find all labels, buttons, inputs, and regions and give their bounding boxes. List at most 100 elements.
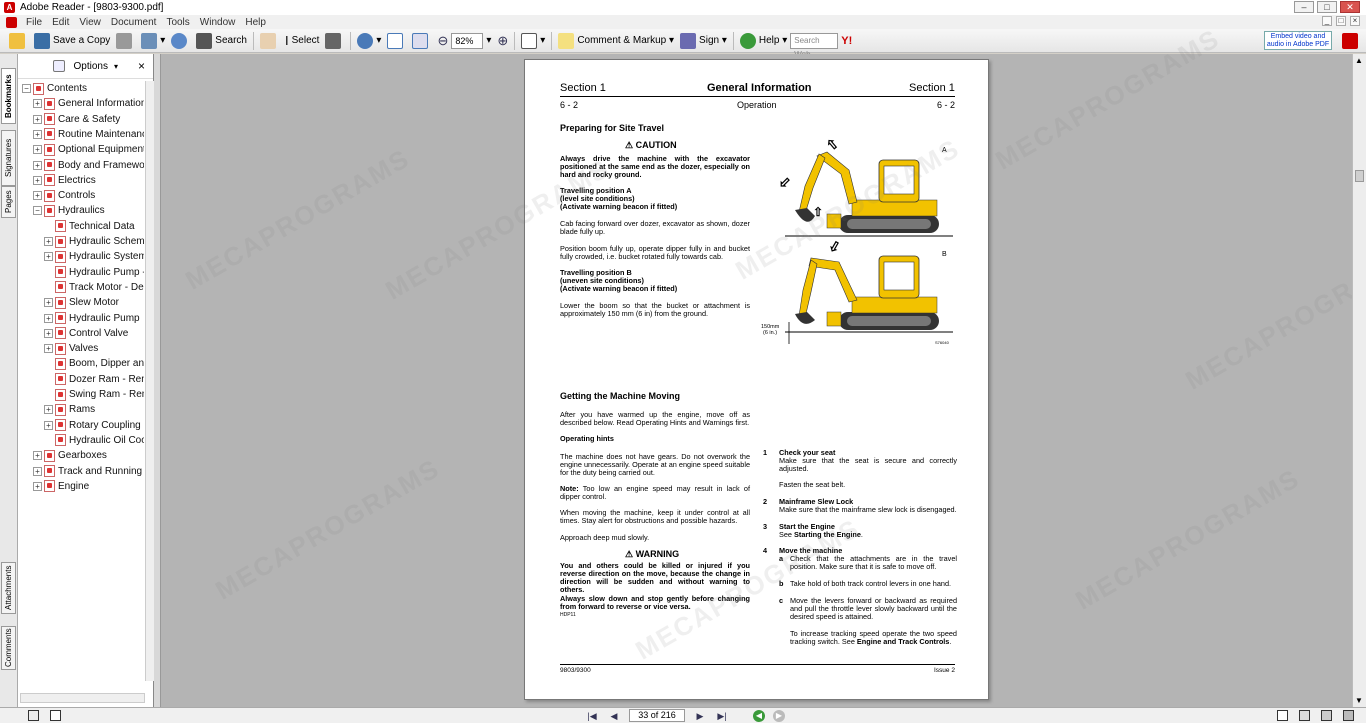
bookmark-item[interactable]: + Hydraulic System [44,249,144,264]
expand-icon[interactable]: + [44,298,53,308]
continuous-view-icon[interactable] [1299,710,1310,721]
hand-tool-button[interactable] [257,31,282,51]
bookmark-item[interactable]: + Engine [33,479,89,494]
search-button[interactable]: Search [193,31,250,51]
page-size-icon[interactable] [28,710,39,721]
next-page-button[interactable]: ▶ [693,710,707,722]
bookmark-item[interactable]: Hydraulic Oil Coo [44,433,144,448]
single-page-view-icon[interactable] [1277,710,1288,721]
page-display-button[interactable]: ▾ [518,31,548,51]
comment-markup-button[interactable]: Comment & Markup ▾ [555,31,677,51]
next-view-button[interactable]: ▶ [773,709,785,722]
scroll-thumb[interactable] [1355,170,1364,182]
expand-icon[interactable]: + [44,405,53,415]
expand-icon[interactable]: + [33,99,42,109]
expand-icon[interactable]: + [44,420,53,430]
expand-icon[interactable]: + [33,114,42,124]
bookmarks-hscrollbar[interactable] [20,693,145,703]
search-web-input[interactable]: Search Web [790,32,839,59]
scroll-up-arrow[interactable]: ▲ [1355,56,1363,65]
collapse-icon[interactable]: − [22,84,31,93]
expand-icon[interactable]: + [33,451,42,461]
tab-bookmarks[interactable]: Bookmarks [1,68,16,124]
previous-view-button[interactable]: ◀ [753,709,765,722]
doc-minimize-button[interactable]: _ [1322,16,1332,26]
bookmark-item[interactable]: − Contents [22,81,87,96]
bookmark-item[interactable]: + Hydraulic Schematic [44,234,144,249]
doc-restore-button[interactable]: □ [1336,16,1346,26]
menu-document[interactable]: Document [106,17,162,28]
fit-page-button[interactable] [384,31,409,51]
menu-view[interactable]: View [74,17,106,28]
facing-view-icon[interactable] [1321,710,1332,721]
doc-close-button[interactable]: × [1350,16,1360,26]
bookmark-item[interactable]: Track Motor - Des [44,280,144,295]
bookmark-item[interactable]: + Controls [33,188,95,203]
bookmark-item[interactable]: Boom, Dipper and [44,356,144,371]
close-panel-button[interactable]: × [138,59,145,73]
bookmark-item[interactable]: + Optional Equipment [33,142,144,157]
tab-pages[interactable]: Pages [1,186,16,218]
first-page-button[interactable]: |◀ [585,710,599,722]
bookmark-item[interactable]: + Electrics [33,173,96,188]
expand-icon[interactable]: + [33,481,42,491]
menu-file[interactable]: File [21,17,47,28]
fit-width-button[interactable] [409,31,434,51]
help-button[interactable]: Help ▾ [737,31,790,51]
expand-icon[interactable]: + [44,313,53,323]
bookmark-item[interactable]: Technical Data [44,219,135,234]
last-page-button[interactable]: ▶| [715,710,729,722]
select-tool-button[interactable]: I Select [282,31,322,51]
menu-window[interactable]: Window [195,17,241,28]
menu-help[interactable]: Help [240,17,271,28]
bookmark-item[interactable]: + Hydraulic Pump [44,311,140,326]
tab-signatures[interactable]: Signatures [1,130,16,186]
close-window-button[interactable]: ✕ [1340,1,1360,13]
expand-icon[interactable]: + [33,191,42,201]
expand-icon[interactable]: + [33,145,42,155]
email-button[interactable] [168,31,193,51]
expand-icon[interactable]: + [33,175,42,185]
expand-icon[interactable]: + [44,237,53,246]
bookmark-item[interactable]: − Hydraulics [33,203,105,218]
bookmark-item[interactable]: Swing Ram - Rem [44,387,144,402]
zoom-level-field[interactable]: 82% [451,32,484,49]
bookmark-item[interactable]: + Body and Framework [33,158,144,173]
bookmark-item[interactable]: + Routine Maintenance [33,127,144,142]
snapshot-button[interactable] [322,31,347,51]
previous-page-button[interactable]: ◀ [607,710,621,722]
bookmark-item[interactable]: + Gearboxes [33,448,107,463]
expand-icon[interactable]: + [33,160,42,170]
bookmark-item[interactable]: + Rotary Coupling [44,418,141,433]
options-menu[interactable]: Options [74,61,108,72]
expand-icon[interactable]: + [33,466,42,476]
attach-button[interactable]: ▾ [138,31,168,51]
zoom-in-button[interactable]: ⊕ [494,31,511,51]
menu-tools[interactable]: Tools [161,17,194,28]
collapse-icon[interactable]: − [33,206,42,216]
scroll-down-arrow[interactable]: ▼ [1355,696,1363,705]
bookmark-item[interactable]: + General Information [33,96,144,111]
page-number-field[interactable]: 33 of 216 [629,709,685,722]
bookmark-item[interactable]: + Control Valve [44,326,128,341]
zoom-tool-button[interactable]: ▾ [354,31,384,51]
open-button[interactable] [6,31,31,51]
bookmark-item[interactable]: + Valves [44,341,98,356]
bookmark-item[interactable]: Dozer Ram - Rem [44,372,144,387]
minimize-button[interactable]: – [1294,1,1314,13]
page-layout-icon[interactable] [50,710,61,721]
bookmark-item[interactable]: + Slew Motor [44,295,119,310]
menu-edit[interactable]: Edit [47,17,74,28]
maximize-button[interactable]: □ [1317,1,1337,13]
expand-icon[interactable]: + [44,252,53,262]
save-copy-button[interactable]: Save a Copy [31,31,113,51]
bookmark-item[interactable]: Hydraulic Pump - [44,265,144,280]
tab-attachments[interactable]: Attachments [1,562,16,614]
tab-comments[interactable]: Comments [1,626,16,670]
bookmarks-scrollbar[interactable] [145,81,154,681]
continuous-facing-view-icon[interactable] [1343,710,1354,721]
print-button[interactable] [113,31,138,51]
expand-icon[interactable]: + [44,328,53,338]
panel-splitter[interactable] [154,54,161,707]
bookmark-item[interactable]: + Rams [44,402,95,417]
